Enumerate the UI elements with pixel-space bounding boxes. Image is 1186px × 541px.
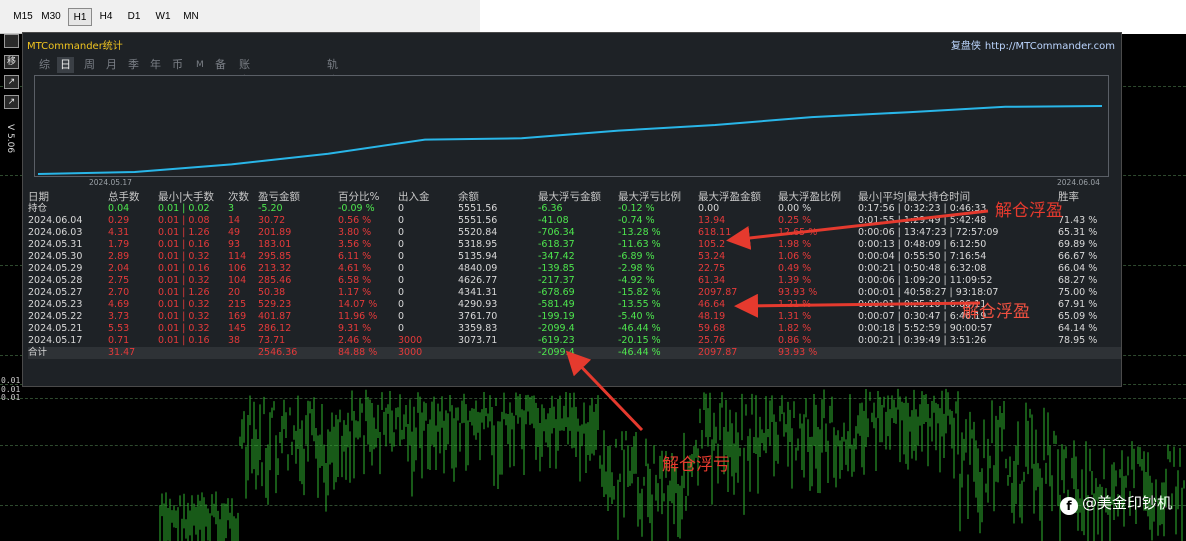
annotation-arrows (565, 209, 989, 432)
annotation-close-float-profit-1: 解仓浮盈 (995, 201, 1063, 221)
social-logo-icon: f (1059, 497, 1078, 515)
watermark: f @美金印钞机 (1059, 492, 1172, 515)
arrow-to-profit-2 (734, 293, 981, 318)
annotation-close-float-loss: 解仓浮亏 (662, 455, 730, 475)
arrow-to-loss (565, 350, 644, 432)
annotation-close-float-profit-2: 解仓浮盈 (962, 302, 1030, 322)
watermark-text: @美金印钞机 (1081, 494, 1172, 512)
arrow-to-profit-1 (726, 209, 989, 250)
